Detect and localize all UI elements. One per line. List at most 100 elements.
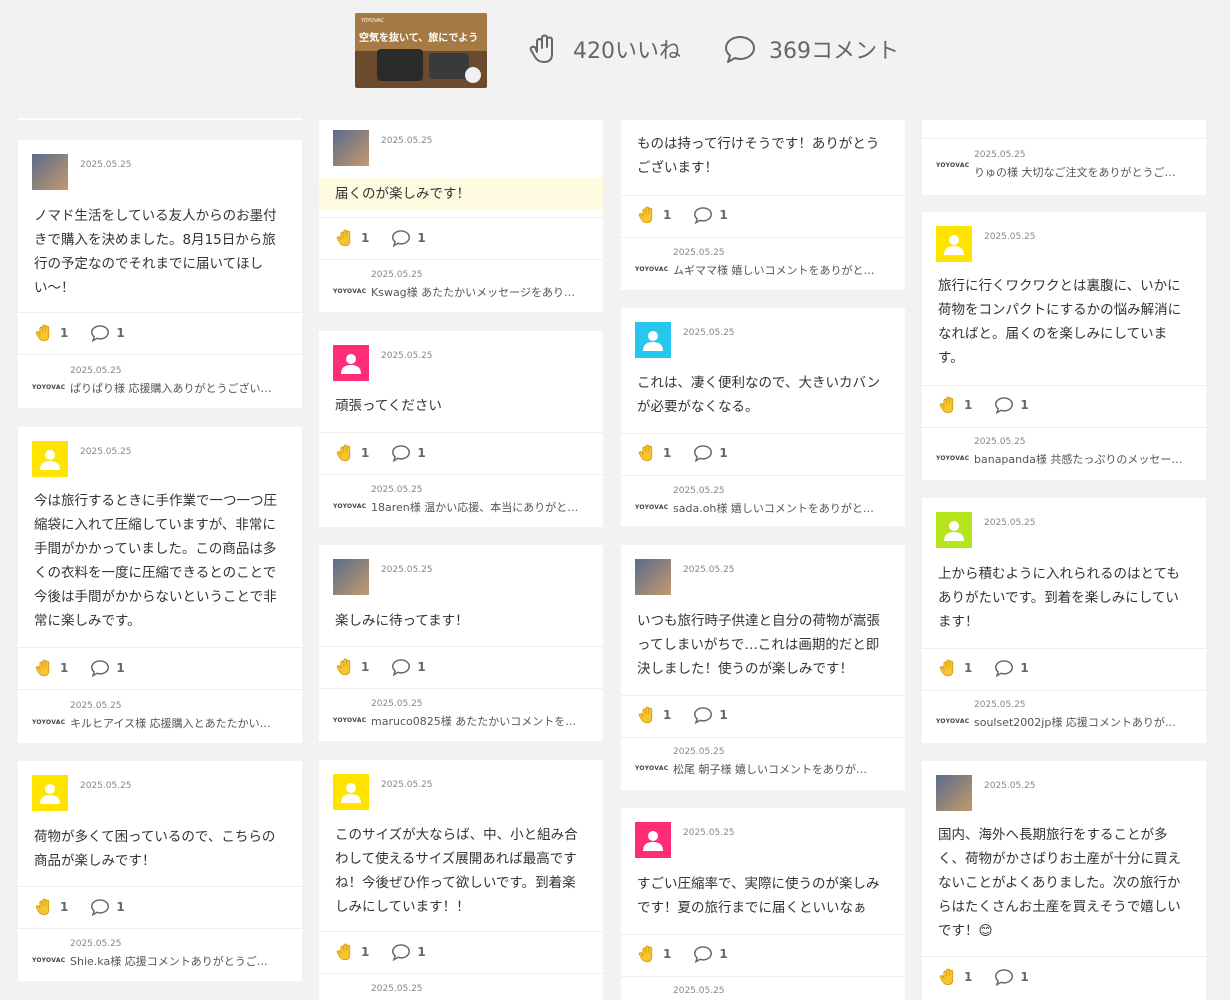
avatar[interactable] <box>635 822 671 858</box>
clap-hand-icon <box>638 945 653 963</box>
like-button[interactable]: 1 <box>637 705 671 725</box>
clap-hand-icon <box>35 659 50 677</box>
speech-bubble-icon <box>694 207 713 225</box>
comment-button[interactable]: 1 <box>994 395 1029 415</box>
user-icon <box>643 831 663 851</box>
avatar[interactable] <box>32 441 68 477</box>
user-icon <box>944 521 964 541</box>
like-button[interactable]: 1 <box>34 658 68 678</box>
speech-bubble-icon <box>694 445 713 463</box>
comment-card: 2025.05.25 荷物が多くて困っているので、こちらの商品が楽しみです！ 1… <box>18 761 302 981</box>
comment-button[interactable]: 1 <box>90 897 125 917</box>
shop-reply[interactable]: YOYOVAC 2025.05.25 banapanda様 共感たっぷりのメッセー… <box>936 437 1192 467</box>
shop-reply[interactable]: YOYOVAC 2025.05.25 <box>635 986 891 1000</box>
like-button[interactable]: 1 <box>938 395 972 415</box>
comment-actions: 1 1 <box>637 443 728 463</box>
comment-button[interactable]: 1 <box>693 944 728 964</box>
like-button[interactable]: 1 <box>637 205 671 225</box>
user-icon <box>341 354 361 374</box>
comment-card: 2025.05.25 頑張ってください 1 1 YOYOVAC 2025.05.… <box>319 331 603 527</box>
comment-column-3: ものは持って行けそうです！ありがとうございます！ 1 1 YOYOVAC 202… <box>621 0 905 1000</box>
shop-reply[interactable]: YOYOVAC 2025.05.25 りゅの様 大切なご注文をありがとうご… <box>936 150 1192 180</box>
comment-button[interactable]: 1 <box>391 228 426 248</box>
comment-button[interactable]: 1 <box>994 967 1029 987</box>
comment-button[interactable]: 1 <box>693 705 728 725</box>
comment-card: 2025.05.25 楽しみに待ってます！ 1 1 YOYOVAC 2025.0… <box>319 545 603 741</box>
like-button[interactable]: 1 <box>938 967 972 987</box>
comment-button[interactable]: 1 <box>693 443 728 463</box>
comment-card: YOYOVAC 2025.05.25 りゅの様 大切なご注文をありがとうご… <box>922 120 1206 195</box>
shop-reply[interactable]: YOYOVAC 2025.05.25 sada.oh様 嬉しいコメントをありがと… <box>635 486 891 516</box>
like-button[interactable]: 1 <box>938 658 972 678</box>
avatar[interactable] <box>32 154 68 190</box>
comment-text: 上から積むように入れられるのはとてもありがたいです。到着を楽しみにしています！ <box>938 566 1180 630</box>
comment-card: 2025.05.25 このサイズが大ならば、中、小と組み合わして使えるサイズ展開… <box>319 760 603 1000</box>
avatar[interactable] <box>936 226 972 262</box>
speech-bubble-icon <box>91 325 110 343</box>
shop-reply[interactable]: YOYOVAC 2025.05.25 Kswag様 あたたかいメッセージをあり… <box>333 270 589 300</box>
clap-hand-icon <box>336 658 351 676</box>
shop-reply[interactable]: YOYOVAC 2025.05.25 maruco0825様 あたたかいコメントを… <box>333 699 589 729</box>
comment-text: このサイズが大ならば、中、小と組み合わして使えるサイズ展開あれば最高ですね！今後… <box>335 827 578 915</box>
like-button[interactable]: 1 <box>335 443 369 463</box>
comment-button[interactable]: 1 <box>391 657 426 677</box>
comment-card: 2025.05.25 すごい圧縮率で、実際に使うのが楽しみです！夏の旅行までに届… <box>621 808 905 1000</box>
avatar[interactable] <box>635 322 671 358</box>
speech-bubble-icon <box>392 944 411 962</box>
speech-bubble-icon <box>995 660 1014 678</box>
comment-card: 2025.05.25 国内、海外へ長期旅行をすることが多く、荷物がかさばりお土産… <box>922 761 1206 1000</box>
comment-actions: 1 1 <box>637 705 728 725</box>
clap-hand-icon <box>336 444 351 462</box>
avatar[interactable] <box>333 774 369 810</box>
speech-bubble-icon <box>91 899 110 917</box>
avatar[interactable] <box>333 130 369 166</box>
comment-text: いつも旅行時子供達と自分の荷物が嵩張ってしまいがちで…これは画期的だと即決しまし… <box>637 613 880 677</box>
comment-text: 国内、海外へ長期旅行をすることが多く、荷物がかさばりお土産が十分に買えないことが… <box>938 827 1181 939</box>
avatar[interactable] <box>333 345 369 381</box>
like-button[interactable]: 1 <box>34 897 68 917</box>
comment-text: これは、凄く便利なので、大きいカバンが必要がなくなる。 <box>637 375 881 415</box>
shop-reply[interactable]: YOYOVAC 2025.05.25 18aren様 温かい応援、本当にありがと… <box>333 485 589 515</box>
shop-reply[interactable]: YOYOVAC 2025.05.25 Shie.ka様 応援コメントありがとうご… <box>32 939 288 969</box>
shop-reply[interactable]: YOYOVAC 2025.05.25 松尾 朝子様 嬉しいコメントをありが… <box>635 747 891 777</box>
comment-text: ものは持って行けそうです！ありがとうございます！ <box>637 136 880 176</box>
avatar[interactable] <box>333 559 369 595</box>
avatar[interactable] <box>936 512 972 548</box>
like-button[interactable]: 1 <box>637 443 671 463</box>
like-button[interactable]: 1 <box>34 323 68 343</box>
shop-reply[interactable]: YOYOVAC 2025.05.25 キルヒアイス様 応援購入とあたたかい… <box>32 701 288 731</box>
comment-card: 2025.05.25 上から積むように入れられるのはとてもありがたいです。到着を… <box>922 498 1206 743</box>
comment-actions: 1 1 <box>637 205 728 225</box>
comment-button[interactable]: 1 <box>693 205 728 225</box>
avatar[interactable] <box>32 775 68 811</box>
like-button[interactable]: 1 <box>335 228 369 248</box>
like-button[interactable]: 1 <box>637 944 671 964</box>
comment-button[interactable]: 1 <box>391 443 426 463</box>
clap-hand-icon <box>638 444 653 462</box>
comment-actions: 1 1 <box>335 942 426 962</box>
speech-bubble-icon <box>995 969 1014 987</box>
comment-button[interactable]: 1 <box>90 658 125 678</box>
comment-button[interactable]: 1 <box>391 942 426 962</box>
comment-button[interactable]: 1 <box>994 658 1029 678</box>
shop-reply[interactable]: YOYOVAC 2025.05.25 soulset2002jp様 応援コメントあ… <box>936 700 1192 730</box>
comment-actions: 1 1 <box>34 897 125 917</box>
shop-reply[interactable]: YOYOVAC 2025.05.25 <box>333 984 589 1000</box>
shop-reply[interactable]: YOYOVAC 2025.05.25 ムギママ様 嬉しいコメントをありがと… <box>635 248 891 278</box>
comment-card: 2025.05.25 届くのが楽しみです！ 1 1 YOYOVAC 2025.0… <box>319 120 603 312</box>
shop-reply[interactable]: YOYOVAC 2025.05.25 ぱりぱり様 応援購入ありがとうござい… <box>32 366 288 396</box>
like-button[interactable]: 1 <box>335 657 369 677</box>
comment-actions: 1 1 <box>335 657 426 677</box>
avatar[interactable] <box>936 775 972 811</box>
comment-actions: 1 1 <box>938 395 1029 415</box>
comment-text: すごい圧縮率で、実際に使うのが楽しみです！夏の旅行までに届くといいなぁ <box>637 876 880 916</box>
comment-actions: 1 1 <box>335 443 426 463</box>
comment-actions: 1 1 <box>34 658 125 678</box>
like-button[interactable]: 1 <box>335 942 369 962</box>
speech-bubble-icon <box>995 397 1014 415</box>
user-icon <box>643 331 663 351</box>
avatar[interactable] <box>635 559 671 595</box>
speech-bubble-icon <box>392 230 411 248</box>
comment-column-2: 2025.05.25 届くのが楽しみです！ 1 1 YOYOVAC 2025.0… <box>319 0 603 1000</box>
comment-button[interactable]: 1 <box>90 323 125 343</box>
